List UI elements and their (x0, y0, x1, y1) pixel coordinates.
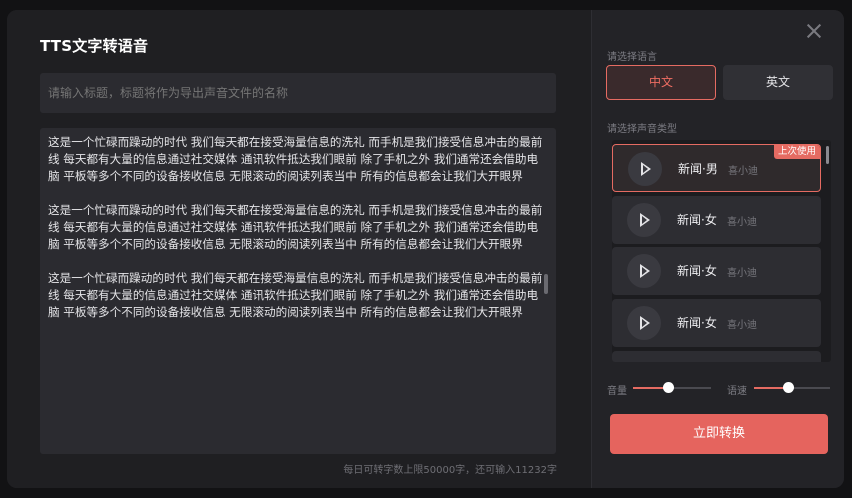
play-icon[interactable] (627, 306, 661, 340)
text-input-area[interactable]: 这是一个忙碌而躁动的时代 我们每天都在接受海量信息的洗礼 而手机是我们接受信息冲… (40, 128, 556, 454)
tts-dialog: TTS文字转语音 这是一个忙碌而躁动的时代 我们每天都在接受海量信息的洗礼 而手… (7, 10, 844, 488)
last-used-badge: 上次使用 (773, 145, 820, 159)
char-counter: 每日可转字数上限50000字，还可输入11232字 (343, 465, 557, 476)
voice-item[interactable]: 新闻·女 喜小迪 (612, 299, 821, 347)
voice-list-scrollbar[interactable] (826, 146, 829, 164)
voice-speaker: 喜小迪 (727, 320, 757, 331)
voice-item-partial[interactable] (612, 351, 821, 362)
text-paragraph: 这是一个忙碌而躁动的时代 我们每天都在接受海量信息的洗礼 而手机是我们接受信息冲… (48, 203, 543, 251)
speed-label: 语速 (727, 386, 747, 397)
text-paragraph: 这是一个忙碌而躁动的时代 我们每天都在接受海量信息的洗礼 而手机是我们接受信息冲… (48, 271, 543, 319)
voice-name: 新闻·女 (677, 213, 717, 227)
voice-speaker: 喜小迪 (728, 166, 758, 177)
volume-slider[interactable] (633, 382, 711, 393)
voice-name: 新闻·女 (677, 264, 717, 278)
language-label: 请选择语言 (607, 52, 657, 63)
voice-type-label: 请选择声音类型 (607, 124, 677, 135)
voice-item[interactable]: 新闻·男 喜小迪 上次使用 (612, 144, 821, 192)
settings-panel: 请选择语言 中文 英文 请选择声音类型 新闻·男 喜小迪 上次使用 新闻·女 喜… (591, 10, 844, 488)
voice-list: 新闻·男 喜小迪 上次使用 新闻·女 喜小迪 新闻·女 喜小迪 新闻·女 喜小迪 (612, 140, 831, 362)
language-chinese-button[interactable]: 中文 (606, 65, 716, 100)
voice-name: 新闻·男 (678, 162, 718, 176)
voice-name: 新闻·女 (677, 316, 717, 330)
text-paragraph: 这是一个忙碌而躁动的时代 我们每天都在接受海量信息的洗礼 而手机是我们接受信息冲… (48, 135, 543, 183)
close-icon[interactable] (806, 23, 822, 39)
text-scrollbar[interactable] (544, 274, 548, 294)
text-panel: TTS文字转语音 这是一个忙碌而躁动的时代 我们每天都在接受海量信息的洗礼 而手… (7, 10, 591, 488)
language-english-button[interactable]: 英文 (723, 65, 833, 100)
voice-speaker: 喜小迪 (727, 268, 757, 279)
voice-item[interactable]: 新闻·女 喜小迪 (612, 247, 821, 295)
voice-item[interactable]: 新闻·女 喜小迪 (612, 196, 821, 244)
play-icon[interactable] (627, 254, 661, 288)
convert-button[interactable]: 立即转换 (610, 414, 828, 454)
voice-speaker: 喜小迪 (727, 217, 757, 228)
speed-knob[interactable] (783, 382, 795, 393)
title-input[interactable] (40, 73, 556, 113)
play-icon[interactable] (628, 152, 662, 186)
play-icon[interactable] (627, 203, 661, 237)
volume-label: 音量 (607, 386, 627, 397)
dialog-title: TTS文字转语音 (40, 37, 149, 55)
volume-knob[interactable] (663, 382, 675, 393)
speed-slider[interactable] (754, 382, 830, 393)
